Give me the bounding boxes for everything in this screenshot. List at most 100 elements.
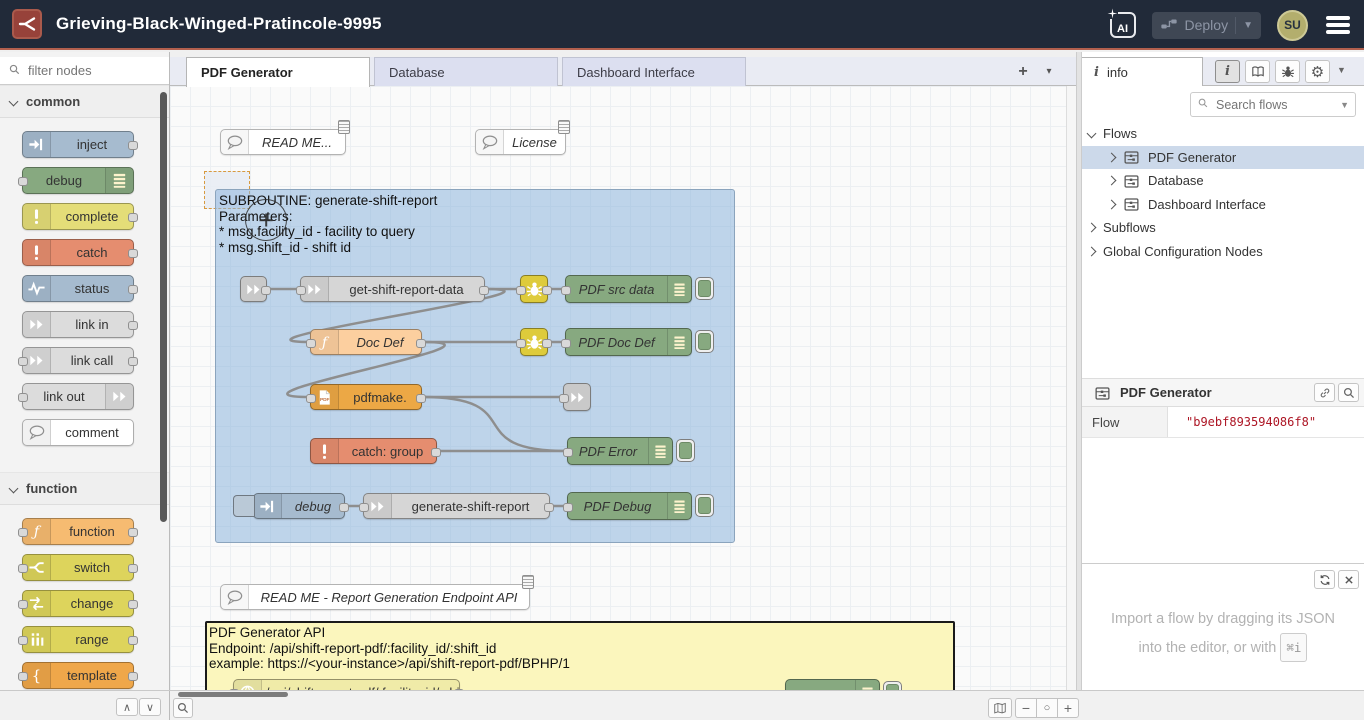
output-port[interactable] bbox=[261, 286, 271, 295]
input-port[interactable] bbox=[561, 339, 571, 348]
workspace-tab-Dashboard-Interface[interactable]: Dashboard Interface bbox=[562, 57, 746, 86]
palette-filter[interactable] bbox=[0, 57, 169, 85]
chevron-right-icon[interactable] bbox=[1087, 246, 1097, 256]
zoom-out-button[interactable]: − bbox=[1015, 698, 1037, 718]
tree-item-Database[interactable]: Database bbox=[1082, 169, 1364, 193]
debug-node[interactable]: PDF Doc Def bbox=[565, 328, 692, 356]
inject-button[interactable] bbox=[233, 495, 255, 517]
chevron-right-icon[interactable] bbox=[1107, 176, 1117, 186]
link-call-node[interactable]: get-shift-report-data bbox=[300, 276, 485, 302]
workspace-tab-PDF-Generator[interactable]: PDF Generator bbox=[186, 57, 370, 87]
input-port[interactable] bbox=[516, 339, 526, 348]
debug-node[interactable]: PDF Error bbox=[567, 437, 673, 465]
sidebar-info-button[interactable]: i bbox=[1215, 60, 1240, 83]
user-avatar[interactable]: SU bbox=[1277, 10, 1308, 41]
bug-node[interactable] bbox=[520, 275, 548, 303]
add-flow-button[interactable]: + bbox=[1010, 61, 1036, 83]
input-port[interactable] bbox=[561, 286, 571, 295]
http-in-node[interactable]: [get] /api/shift-report-pdf/:facility_id… bbox=[233, 679, 460, 690]
catch-node[interactable]: catch: group bbox=[310, 438, 437, 464]
ai-assistant-button[interactable]: AI bbox=[1110, 12, 1136, 38]
chevron-right-icon[interactable] bbox=[1087, 223, 1097, 233]
input-port[interactable] bbox=[18, 393, 28, 402]
tree-item-Flows[interactable]: Flows bbox=[1082, 122, 1364, 146]
canvas-vertical-scrollbar[interactable] bbox=[1066, 86, 1076, 690]
output-port[interactable] bbox=[479, 286, 489, 295]
zoom-in-button[interactable]: + bbox=[1057, 698, 1079, 718]
output-port[interactable] bbox=[128, 357, 138, 366]
tree-item-Subflows[interactable]: Subflows bbox=[1082, 216, 1364, 240]
output-port[interactable] bbox=[416, 394, 426, 403]
input-port[interactable] bbox=[18, 600, 28, 609]
input-port[interactable] bbox=[563, 503, 573, 512]
pdfmake-node[interactable]: PDFpdfmake. bbox=[310, 384, 422, 410]
input-port[interactable] bbox=[18, 564, 28, 573]
input-port[interactable] bbox=[559, 394, 569, 403]
output-port[interactable] bbox=[339, 503, 349, 512]
debug-enable-toggle[interactable] bbox=[695, 494, 714, 517]
navigator-button[interactable] bbox=[988, 698, 1012, 718]
palette-node-function[interactable]: ƒfunction bbox=[22, 518, 134, 545]
input-port[interactable] bbox=[18, 357, 28, 366]
palette-node-status[interactable]: status bbox=[22, 275, 134, 302]
input-port[interactable] bbox=[359, 503, 369, 512]
palette-category-function[interactable]: function bbox=[0, 472, 169, 505]
input-port[interactable] bbox=[18, 672, 28, 681]
output-port[interactable] bbox=[128, 672, 138, 681]
output-port[interactable] bbox=[128, 636, 138, 645]
sidebar-config-button[interactable]: ⚙ bbox=[1305, 60, 1330, 83]
flow-canvas[interactable]: SUBROUTINE: generate-shift-report Parame… bbox=[170, 86, 1066, 690]
input-port[interactable] bbox=[296, 286, 306, 295]
palette-node-link-call[interactable]: link call bbox=[22, 347, 134, 374]
input-port[interactable] bbox=[563, 448, 573, 457]
input-port[interactable] bbox=[306, 339, 316, 348]
link-call-node[interactable]: generate-shift-report bbox=[363, 493, 550, 519]
output-port[interactable] bbox=[128, 213, 138, 222]
palette-node-inject[interactable]: inject bbox=[22, 131, 134, 158]
zoom-reset-button[interactable]: ○ bbox=[1036, 698, 1058, 718]
tree-item-Dashboard-Interface[interactable]: Dashboard Interface bbox=[1082, 193, 1364, 217]
refresh-icon-button[interactable] bbox=[1314, 570, 1335, 589]
comment-node[interactable]: READ ME... bbox=[220, 129, 346, 155]
palette-category-common[interactable]: common bbox=[0, 85, 169, 118]
debug-enable-toggle[interactable] bbox=[695, 277, 714, 300]
close-icon-button[interactable] bbox=[1338, 570, 1359, 589]
palette-scroll-up-button[interactable]: ∧ bbox=[116, 698, 138, 716]
tab-info[interactable]: i info bbox=[1082, 57, 1203, 86]
search-icon-button[interactable] bbox=[1338, 383, 1359, 402]
workspace-tab-Database[interactable]: Database bbox=[374, 57, 558, 86]
main-menu-button[interactable] bbox=[1324, 12, 1352, 38]
input-port[interactable] bbox=[18, 636, 28, 645]
canvas-horizontal-scrollbar[interactable] bbox=[178, 692, 288, 697]
output-port[interactable] bbox=[128, 600, 138, 609]
debug-enable-toggle[interactable] bbox=[676, 439, 695, 462]
debug-node[interactable]: PDF Debug bbox=[567, 492, 692, 520]
palette-node-switch[interactable]: switch bbox=[22, 554, 134, 581]
search-flows-input[interactable] bbox=[1214, 97, 1335, 113]
canvas-search-button[interactable] bbox=[173, 698, 193, 718]
tree-item-Global-Configuration-Nodes[interactable]: Global Configuration Nodes bbox=[1082, 240, 1364, 264]
output-port[interactable] bbox=[544, 503, 554, 512]
palette-node-catch[interactable]: catch bbox=[22, 239, 134, 266]
input-port[interactable] bbox=[306, 394, 316, 403]
link-in-node[interactable] bbox=[240, 276, 267, 302]
output-port[interactable] bbox=[128, 321, 138, 330]
palette-node-template[interactable]: {template bbox=[22, 662, 134, 689]
sidebar-tabs-caret[interactable]: ▼ bbox=[1337, 65, 1346, 75]
search-flows-box[interactable]: ▼ bbox=[1190, 92, 1356, 117]
output-port[interactable] bbox=[128, 564, 138, 573]
chevron-right-icon[interactable] bbox=[1107, 199, 1117, 209]
palette-node-complete[interactable]: complete bbox=[22, 203, 134, 230]
palette-filter-input[interactable] bbox=[26, 62, 140, 79]
palette-scroll-down-button[interactable]: ∨ bbox=[139, 698, 161, 716]
output-port[interactable] bbox=[128, 249, 138, 258]
sidebar-debug-button[interactable] bbox=[1275, 60, 1300, 83]
inject-node[interactable]: debug bbox=[253, 493, 345, 519]
chevron-right-icon[interactable] bbox=[1107, 152, 1117, 162]
output-port[interactable] bbox=[128, 528, 138, 537]
comment-node[interactable]: License bbox=[475, 129, 566, 155]
input-port[interactable] bbox=[516, 286, 526, 295]
input-port[interactable] bbox=[18, 177, 28, 186]
debug-node[interactable]: PDF src data bbox=[565, 275, 692, 303]
output-port[interactable] bbox=[542, 339, 552, 348]
